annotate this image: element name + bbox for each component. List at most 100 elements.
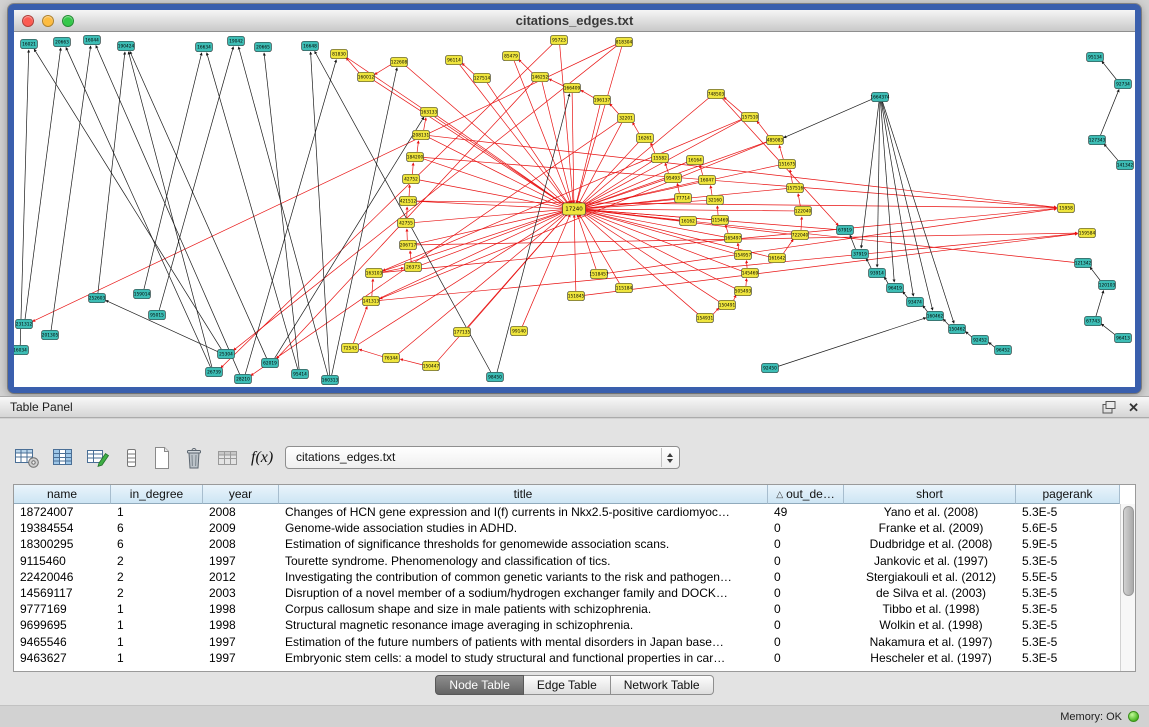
network-node[interactable]: 818304 bbox=[616, 37, 633, 47]
network-node[interactable]: 165497 bbox=[725, 233, 742, 243]
column-header-name[interactable]: name bbox=[14, 485, 111, 504]
network-node[interactable]: 99140 bbox=[511, 326, 528, 336]
network-node[interactable]: 252603 bbox=[89, 293, 106, 303]
table-row[interactable]: 969969511998Structural magnetic resonanc… bbox=[14, 617, 1135, 633]
table-row[interactable]: 911546021997Tourette syndrome. Phenomeno… bbox=[14, 553, 1135, 569]
network-node[interactable]: 141313 bbox=[363, 296, 380, 306]
network-node[interactable]: 121342 bbox=[1075, 258, 1092, 268]
table-scrollbar-thumb[interactable] bbox=[1123, 506, 1134, 596]
network-node[interactable]: 177135 bbox=[454, 327, 471, 337]
network-node[interactable]: 722040 bbox=[792, 230, 809, 240]
network-node[interactable]: 28210 bbox=[235, 374, 252, 384]
table-row[interactable]: 2242004622012Investigating the contribut… bbox=[14, 569, 1135, 585]
network-node[interactable]: 95493 bbox=[665, 173, 682, 183]
tab-network-table[interactable]: Network Table bbox=[611, 675, 714, 695]
network-node[interactable]: 37919 bbox=[852, 249, 869, 259]
network-node[interactable]: 32201 bbox=[618, 113, 635, 123]
network-node[interactable]: 96419 bbox=[887, 283, 904, 293]
network-node[interactable]: 115469 bbox=[712, 215, 729, 225]
network-node[interactable]: 95134 bbox=[1087, 52, 1104, 62]
network-node[interactable]: 163133 bbox=[421, 107, 438, 117]
network-node[interactable]: 26373 bbox=[405, 262, 422, 272]
column-header-title[interactable]: title bbox=[279, 485, 768, 504]
table-scrollbar[interactable] bbox=[1120, 504, 1135, 671]
function-builder-icon[interactable]: f(x) bbox=[251, 444, 273, 472]
network-node[interactable]: 20665 bbox=[255, 42, 272, 52]
minimize-window-button[interactable] bbox=[42, 15, 54, 27]
network-node[interactable]: 196137 bbox=[594, 95, 611, 105]
network-node[interactable]: 16634 bbox=[196, 42, 213, 52]
network-node[interactable]: 122040 bbox=[795, 206, 812, 216]
network-node[interactable]: 150491 bbox=[719, 300, 736, 310]
network-node[interactable]: 1518457 bbox=[589, 269, 608, 279]
network-node[interactable]: 151675 bbox=[779, 159, 796, 169]
network-node[interactable]: 95015 bbox=[149, 310, 166, 320]
network-node[interactable]: 505493 bbox=[735, 286, 752, 296]
network-node[interactable]: 163103 bbox=[366, 268, 383, 278]
column-header-short[interactable]: short bbox=[844, 485, 1016, 504]
column-header-year[interactable]: year bbox=[203, 485, 279, 504]
table-settings-icon[interactable] bbox=[14, 444, 40, 472]
tab-node-table[interactable]: Node Table bbox=[435, 675, 524, 695]
network-node[interactable]: 96114 bbox=[446, 55, 463, 65]
network-node[interactable]: 160462 bbox=[927, 311, 944, 321]
network-node[interactable]: 206717 bbox=[400, 240, 417, 250]
table-source-dropdown[interactable]: citations_edges.txt bbox=[285, 446, 680, 469]
network-node[interactable]: 421512 bbox=[400, 196, 417, 206]
column-header-out_degree[interactable]: △out_de… bbox=[768, 485, 844, 504]
network-node[interactable]: 120103 bbox=[1099, 280, 1116, 290]
network-node[interactable]: 15582 bbox=[652, 153, 669, 163]
column-header-pagerank[interactable]: pagerank bbox=[1016, 485, 1120, 504]
network-node[interactable]: 93914 bbox=[869, 268, 886, 278]
table-row[interactable]: 946554611997Estimation of the future num… bbox=[14, 634, 1135, 650]
network-node[interactable]: 16021 bbox=[21, 39, 38, 49]
network-node[interactable]: 32160 bbox=[707, 195, 724, 205]
network-node[interactable]: 150447 bbox=[423, 361, 440, 371]
new-table-icon[interactable] bbox=[152, 444, 172, 472]
import-table-icon[interactable] bbox=[216, 444, 240, 472]
column-header-in_degree[interactable]: in_degree bbox=[111, 485, 203, 504]
delete-table-icon[interactable] bbox=[183, 444, 205, 472]
network-node[interactable]: 42755 bbox=[398, 218, 415, 228]
close-panel-icon[interactable]: ✕ bbox=[1128, 401, 1139, 414]
network-node[interactable]: 62019 bbox=[262, 358, 279, 368]
network-node[interactable]: 25304 bbox=[218, 349, 235, 359]
network-node[interactable]: 190424 bbox=[118, 41, 135, 51]
network-node[interactable]: 141342 bbox=[1117, 160, 1134, 170]
network-node[interactable]: 67919 bbox=[837, 225, 854, 235]
network-node[interactable]: 231312 bbox=[16, 319, 33, 329]
network-node[interactable]: 16034 bbox=[14, 345, 29, 355]
table-row[interactable]: 977716911998Corpus callosum shape and si… bbox=[14, 601, 1135, 617]
network-node[interactable]: 201305 bbox=[42, 330, 59, 340]
network-node[interactable]: 485083 bbox=[767, 135, 784, 145]
close-window-button[interactable] bbox=[22, 15, 34, 27]
network-node[interactable]: 16648 bbox=[302, 41, 319, 51]
network-node[interactable]: 95723 bbox=[551, 35, 568, 45]
network-node[interactable]: 85479 bbox=[503, 51, 520, 61]
network-node[interactable]: 95414 bbox=[292, 369, 309, 379]
network-node[interactable]: 145469 bbox=[742, 268, 759, 278]
network-node[interactable]: 151845 bbox=[568, 291, 585, 301]
row-selector-icon[interactable] bbox=[121, 444, 141, 472]
network-node[interactable]: 67743 bbox=[1085, 316, 1102, 326]
network-node[interactable]: 127514 bbox=[474, 73, 491, 83]
table-row[interactable]: 1938455462009Genome-wide association stu… bbox=[14, 520, 1135, 536]
network-node[interactable]: 16044 bbox=[84, 35, 101, 45]
network-node[interactable]: 161642 bbox=[769, 253, 786, 263]
network-node[interactable]: 92734 bbox=[1115, 79, 1132, 89]
float-panel-icon[interactable] bbox=[1102, 401, 1116, 414]
network-node[interactable]: 115184 bbox=[616, 283, 633, 293]
zoom-window-button[interactable] bbox=[62, 15, 74, 27]
network-node[interactable]: 127343 bbox=[1089, 135, 1106, 145]
network-node[interactable]: 16162 bbox=[680, 216, 697, 226]
network-node[interactable]: 157510 bbox=[742, 112, 759, 122]
network-node[interactable]: 157516 bbox=[787, 183, 804, 193]
network-node[interactable]: 159584 bbox=[1079, 228, 1096, 238]
network-node[interactable]: 98450 bbox=[487, 372, 504, 382]
network-node[interactable]: 208131 bbox=[413, 130, 430, 140]
network-node[interactable]: 154931 bbox=[697, 313, 714, 323]
network-node[interactable]: 159014 bbox=[134, 289, 151, 299]
network-node[interactable]: 81830 bbox=[331, 49, 348, 59]
table-row[interactable]: 1872400712008Changes of HCN gene express… bbox=[14, 504, 1135, 520]
table-row[interactable]: 1830029562008Estimation of significance … bbox=[14, 536, 1135, 552]
